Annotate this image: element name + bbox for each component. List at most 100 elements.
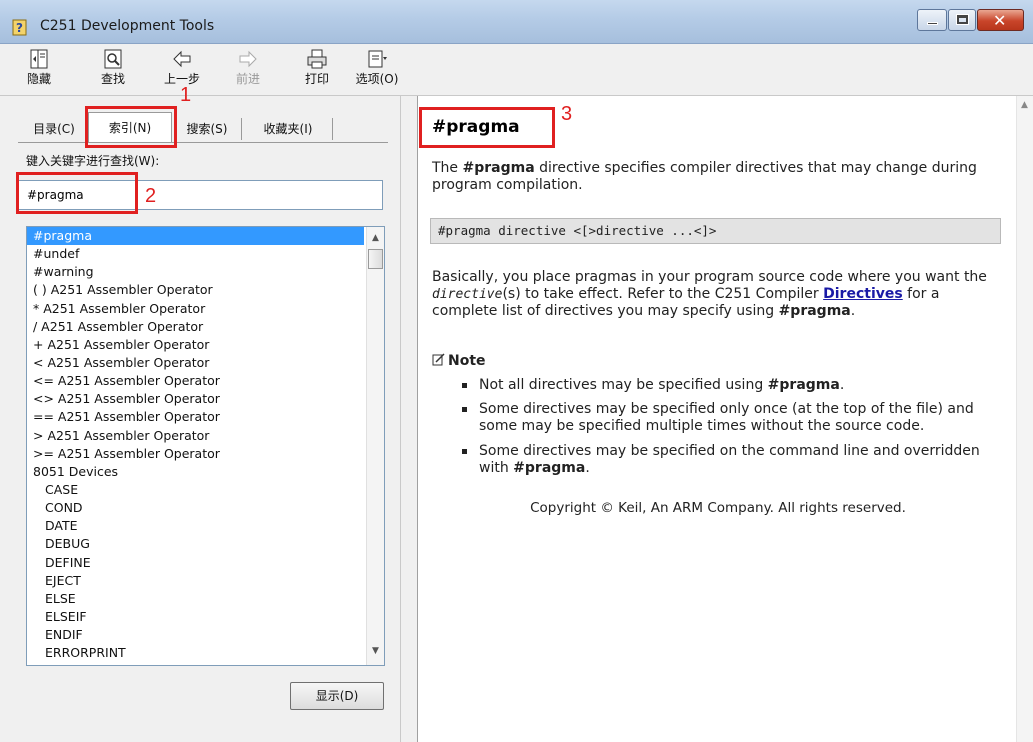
annotation-box-2 — [16, 172, 138, 214]
tab-divider — [241, 118, 242, 140]
syntax-box: #pragma directive <[>directive ...<]> — [430, 218, 1001, 244]
list-item[interactable]: ( ) A251 Assembler Operator — [27, 281, 384, 299]
scroll-up-icon[interactable]: ▲ — [1021, 100, 1028, 110]
list-item[interactable]: CASE — [27, 481, 384, 499]
index-list[interactable]: #pragma #undef #warning( ) A251 Assembler … — [26, 226, 385, 666]
tab-divider — [332, 118, 333, 140]
options-button[interactable]: 选项(O) — [355, 44, 399, 96]
close-button[interactable]: ✕ — [977, 9, 1024, 31]
content-scrollbar[interactable]: ▲ — [1016, 96, 1033, 742]
print-label: 打印 — [304, 72, 329, 86]
note-item: Not all directives may be specified usin… — [462, 377, 1012, 394]
list-item[interactable]: * A251 Assembler Operator — [27, 300, 384, 318]
list-item[interactable]: #undef — [27, 245, 384, 263]
forward-button[interactable]: 前进 — [229, 44, 267, 96]
bullet-icon — [462, 383, 467, 388]
annotation-number-1: 1 — [180, 84, 192, 106]
note-item: Some directives may be specified only on… — [462, 401, 1012, 435]
list-item[interactable]: == A251 Assembler Operator — [27, 408, 384, 426]
note-text: . — [585, 460, 590, 476]
maximize-button[interactable] — [948, 9, 976, 31]
hide-pane-icon — [30, 49, 48, 69]
back-arrow-icon — [173, 50, 191, 68]
list-item[interactable]: <> A251 Assembler Operator — [27, 390, 384, 408]
maximize-icon — [956, 14, 969, 25]
list-item[interactable]: ELSE — [27, 590, 384, 608]
index-list-items: #pragma #undef #warning( ) A251 Assembler … — [27, 227, 384, 662]
list-item[interactable]: DATE — [27, 517, 384, 535]
help-app-icon: ? — [12, 19, 27, 36]
list-item[interactable]: EJECT — [27, 572, 384, 590]
list-item[interactable]: ENDIF — [27, 626, 384, 644]
hide-button[interactable]: 隐藏 — [20, 44, 58, 96]
tab-favorites[interactable]: 收藏夹(I) — [246, 116, 330, 142]
body-text: (s) to take effect. Refer to the C251 Co… — [502, 286, 824, 302]
note-label: Note — [448, 353, 486, 369]
tab-baseline — [18, 142, 388, 143]
body-text: . — [850, 303, 856, 319]
find-button[interactable]: 查找 — [94, 44, 132, 96]
list-item[interactable]: COND — [27, 499, 384, 517]
note-item: Some directives may be specified on the … — [462, 443, 1012, 477]
directives-link[interactable]: Directives — [823, 286, 903, 302]
minimize-button[interactable] — [917, 9, 947, 31]
tab-contents[interactable]: 目录(C) — [22, 116, 86, 142]
scroll-up-icon[interactable]: ▲ — [372, 233, 379, 243]
printer-icon — [307, 49, 327, 69]
list-item[interactable]: <= A251 Assembler Operator — [27, 372, 384, 390]
options-icon — [368, 50, 387, 68]
window-title: C251 Development Tools — [40, 18, 215, 34]
list-item[interactable]: 8051 Devices — [27, 463, 384, 481]
pragma-keyword: #pragma — [767, 377, 840, 393]
list-item[interactable]: DEFINE — [27, 554, 384, 572]
keyword-label: 键入关键字进行查找(W): — [26, 154, 160, 168]
index-list-scrollbar[interactable]: ▲ ▼ — [366, 227, 384, 665]
note-text: Some directives may be specified only on… — [479, 401, 974, 434]
list-item[interactable]: + A251 Assembler Operator — [27, 336, 384, 354]
list-item[interactable]: #pragma — [27, 227, 364, 246]
svg-text:?: ? — [16, 21, 23, 35]
list-item[interactable]: >= A251 Assembler Operator — [27, 445, 384, 463]
annotation-number-3: 3 — [561, 103, 573, 125]
tab-search[interactable]: 搜索(S) — [176, 116, 238, 142]
hide-label: 隐藏 — [26, 72, 51, 86]
pragma-keyword: #pragma — [513, 460, 586, 476]
list-item[interactable]: ERRORPRINT — [27, 644, 384, 662]
pragma-keyword: #pragma — [778, 303, 851, 319]
copyright-text: Copyright © Keil, An ARM Company. All ri… — [530, 500, 906, 516]
find-icon — [104, 49, 122, 69]
scroll-thumb[interactable] — [368, 249, 383, 269]
print-button[interactable]: 打印 — [298, 44, 336, 96]
list-item[interactable]: < A251 Assembler Operator — [27, 354, 384, 372]
annotation-box-1 — [85, 106, 177, 148]
toolbar: 隐藏 查找 上一步 前进 打印 选项(O) — [0, 44, 1033, 96]
note-text: . — [839, 377, 845, 393]
find-label: 查找 — [100, 72, 125, 86]
forward-arrow-icon — [239, 50, 257, 68]
annotation-number-2: 2 — [145, 185, 157, 207]
options-label: 选项(O) — [355, 72, 399, 86]
note-icon — [432, 353, 445, 366]
scroll-down-icon[interactable]: ▼ — [372, 646, 379, 656]
bullet-icon — [462, 449, 467, 454]
close-icon: ✕ — [993, 11, 1007, 30]
intro-paragraph: The #pragma directive specifies compiler… — [432, 160, 992, 194]
note-text: Not all directives may be specified usin… — [479, 377, 768, 393]
list-item[interactable]: DEBUG — [27, 535, 384, 553]
annotation-box-3 — [419, 107, 555, 148]
list-item[interactable]: ELSEIF — [27, 608, 384, 626]
list-item[interactable]: > A251 Assembler Operator — [27, 427, 384, 445]
intro-text: The — [432, 160, 463, 176]
bullet-icon — [462, 407, 467, 412]
body-text: Basically, you place pragmas in your pro… — [432, 269, 987, 285]
directive-term: directive — [432, 287, 503, 302]
note-heading: Note — [432, 353, 486, 369]
pane-splitter[interactable] — [401, 96, 418, 742]
list-item[interactable]: / A251 Assembler Operator — [27, 318, 384, 336]
forward-label: 前进 — [235, 72, 260, 86]
body-paragraph: Basically, you place pragmas in your pro… — [432, 269, 1007, 320]
display-button[interactable]: 显示(D) — [290, 682, 384, 710]
title-bar: ? C251 Development Tools ✕ — [0, 0, 1033, 44]
list-item[interactable]: #warning — [27, 263, 384, 281]
minimize-icon — [927, 22, 938, 25]
